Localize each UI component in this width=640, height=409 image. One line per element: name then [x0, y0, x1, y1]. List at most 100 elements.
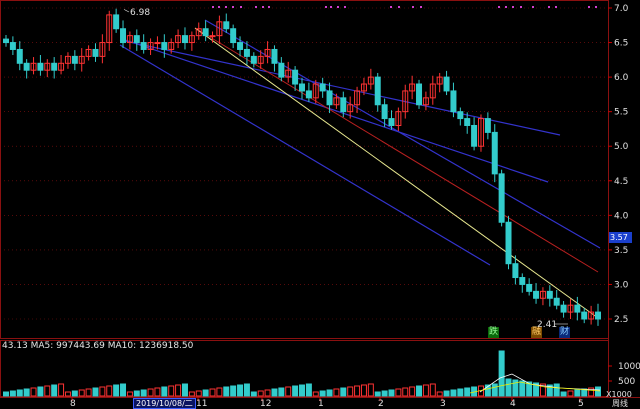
event-dot	[412, 6, 414, 8]
event-dot	[225, 6, 227, 8]
volume-bar	[140, 389, 147, 397]
vol-tick-label: 500	[618, 377, 635, 387]
volume-bar	[175, 384, 182, 397]
volume-bar	[333, 388, 340, 397]
period-label[interactable]: 周线	[611, 398, 629, 409]
volume-bar	[9, 390, 16, 397]
event-dot	[555, 6, 557, 8]
event-dot	[588, 6, 590, 8]
event-dot	[255, 6, 257, 8]
candle-body	[250, 55, 257, 64]
volume-bar	[457, 388, 464, 397]
candle-body	[471, 124, 478, 147]
candle-body	[271, 48, 278, 64]
volume-bar	[498, 350, 505, 397]
volume-bar	[354, 385, 361, 397]
volume-bar	[195, 390, 202, 397]
x-tick-label: 4	[510, 399, 516, 408]
candle-body	[560, 304, 567, 313]
volume-bar	[181, 383, 188, 397]
candle-body	[292, 69, 299, 85]
event-tag-margin[interactable]: 融	[531, 327, 543, 338]
candle-body	[491, 131, 498, 175]
y-tick-label: 3.0	[614, 280, 629, 290]
candle-body	[581, 311, 588, 320]
y-tick-label: 7.0	[614, 4, 629, 14]
x-tick-label: 3	[440, 399, 446, 408]
candle-body	[450, 90, 457, 113]
trend-channels	[119, 19, 601, 319]
volume-bar	[299, 384, 305, 397]
candle-body	[23, 62, 30, 71]
volume-bar	[243, 383, 250, 397]
volume-bar	[237, 384, 244, 397]
volume-bar	[367, 383, 374, 397]
candle-body	[574, 304, 581, 313]
candle-body	[519, 277, 526, 285]
volume-bar	[340, 387, 347, 397]
volume-bar	[312, 391, 319, 397]
volume-bar	[381, 390, 388, 397]
event-dot	[268, 6, 270, 8]
event-dot	[390, 6, 392, 8]
candle-body	[237, 42, 244, 50]
candlestick-series	[3, 8, 601, 326]
volume-bar	[519, 380, 526, 397]
x-tick-label: 5	[578, 399, 584, 408]
trend-line-red	[194, 27, 599, 273]
candle-body	[3, 38, 9, 44]
event-tag-fall[interactable]: 跌	[488, 327, 500, 338]
volume-bar	[92, 387, 99, 397]
event-dot	[330, 6, 332, 8]
volume-bar	[30, 387, 37, 397]
x-tick-label: 12	[260, 399, 271, 408]
price-axis: 7.0 6.5 6.0 5.5 5.0 4.5 4.0 3.5 3.0 2.5	[608, 4, 629, 325]
chart-frame	[0, 0, 640, 398]
x-tick-label: 2	[378, 399, 384, 408]
candle-body	[388, 118, 395, 126]
candle-body	[443, 76, 450, 92]
candle-body	[505, 221, 512, 265]
candle-body	[484, 118, 491, 133]
volume-bar	[216, 387, 223, 397]
candle-body	[113, 14, 120, 30]
candle-body	[381, 104, 388, 120]
annotation-high: 6.98	[130, 8, 150, 18]
candle-body	[457, 111, 464, 120]
event-dot	[420, 6, 422, 8]
candle-body	[16, 48, 23, 64]
volume-bar	[567, 390, 574, 397]
candle-body	[526, 283, 533, 292]
volume-bar	[443, 390, 450, 397]
y-tick-label: 2.5	[614, 315, 628, 325]
vol-tick-label: 1000	[618, 362, 640, 372]
event-dot	[398, 6, 400, 8]
volume-bar	[402, 387, 409, 397]
volume-bar	[147, 388, 154, 397]
x-tick-label: 1	[318, 399, 324, 408]
channel-line-middle	[124, 39, 549, 183]
volume-bar	[64, 391, 71, 397]
volume-bar	[436, 391, 443, 397]
y-tick-label: 5.5	[614, 108, 628, 118]
candle-body	[120, 28, 127, 44]
volume-bar	[209, 388, 216, 397]
volume-bar	[491, 383, 498, 397]
event-dot	[344, 6, 346, 8]
volume-bar	[202, 389, 209, 397]
event-dot	[325, 6, 327, 8]
candle-body	[223, 21, 230, 30]
volume-bar	[285, 386, 292, 397]
event-dot	[512, 6, 514, 8]
volume-bar	[51, 384, 58, 397]
volume-bar	[347, 386, 354, 397]
volume-bar	[560, 391, 567, 397]
volume-axis: 1000 500	[608, 362, 640, 387]
candle-body	[9, 42, 16, 50]
candle-body	[181, 35, 188, 44]
volume-bar	[99, 386, 106, 397]
volume-bar	[326, 389, 333, 397]
event-dot	[240, 6, 242, 8]
event-tag-finance[interactable]: 财	[559, 327, 571, 338]
volume-bar	[429, 383, 436, 397]
